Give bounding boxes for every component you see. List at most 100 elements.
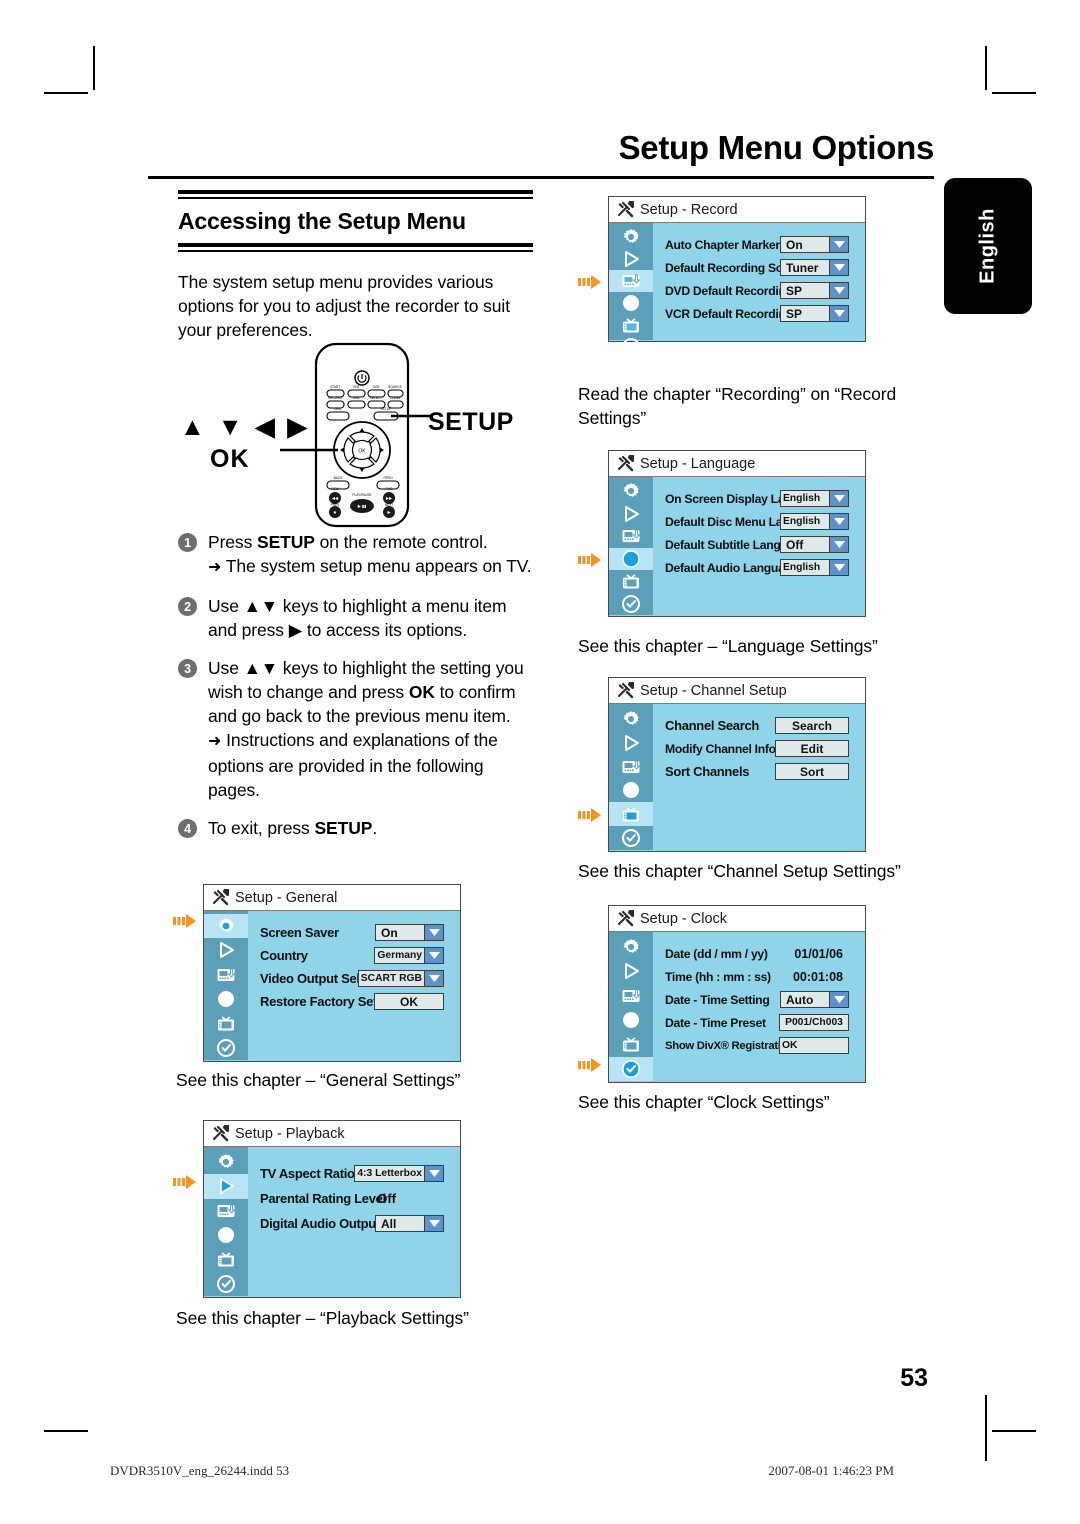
chevron-down-icon[interactable] — [830, 513, 849, 530]
setting-row[interactable]: Digital Audio Output All — [260, 1211, 452, 1236]
setting-row[interactable]: Default Disc Menu Language English — [665, 510, 857, 533]
dropdown-control[interactable]: Germany — [374, 947, 444, 964]
rail-item-record[interactable] — [609, 984, 653, 1008]
dropdown-control[interactable]: Tuner — [780, 259, 849, 276]
svg-text:RECORD: RECORD — [328, 396, 343, 400]
setting-row[interactable]: Restore Factory Settings OK — [260, 990, 452, 1013]
rail-item-playback[interactable] — [609, 731, 653, 755]
restore-factory-settings-button[interactable]: OK — [374, 993, 444, 1010]
action-button-wrap[interactable]: Sort — [775, 763, 849, 780]
rail-item-general[interactable] — [609, 707, 653, 731]
rail-item-record[interactable] — [609, 270, 653, 292]
rail-item-playback[interactable] — [204, 1174, 248, 1199]
rail-item-record[interactable] — [204, 963, 248, 987]
chevron-down-icon[interactable] — [425, 970, 444, 987]
dropdown-control[interactable]: On — [780, 236, 849, 253]
setting-row[interactable]: Video Output Selection SCART RGB — [260, 967, 452, 990]
chevron-down-icon[interactable] — [425, 1165, 444, 1182]
chevron-down-icon[interactable] — [425, 947, 444, 964]
rail-item-record[interactable] — [609, 525, 653, 548]
setting-row[interactable]: TV Aspect Ratio 4:3 Letterbox — [260, 1161, 452, 1186]
divx-registration-ok-button[interactable]: OK — [779, 1037, 849, 1054]
dropdown-control[interactable]: SCART RGB — [357, 970, 444, 987]
modify-channel-edit-button[interactable]: Edit — [775, 740, 849, 757]
setting-row[interactable]: Date - Time Preset P001/Ch003 — [665, 1011, 857, 1034]
chevron-down-icon[interactable] — [425, 924, 444, 941]
rail-item-channel[interactable] — [204, 1247, 248, 1271]
setting-row[interactable]: DVD Default Recording Mode SP — [665, 279, 857, 302]
chevron-down-icon[interactable] — [830, 490, 849, 507]
channel-search-button[interactable]: Search — [775, 717, 849, 734]
text-field-wrap[interactable]: OK — [779, 1037, 849, 1054]
rail-item-language[interactable] — [609, 778, 653, 802]
action-button-wrap[interactable]: Search — [775, 717, 849, 734]
rail-item-language[interactable] — [609, 547, 653, 570]
rail-item-general[interactable] — [609, 226, 653, 248]
dropdown-control[interactable]: All — [375, 1215, 444, 1232]
setting-row[interactable]: Country Germany — [260, 944, 452, 967]
rail-item-channel[interactable] — [609, 570, 653, 593]
sort-channels-button[interactable]: Sort — [775, 763, 849, 780]
setting-row[interactable]: Screen Saver On — [260, 921, 452, 944]
chevron-down-icon[interactable] — [830, 536, 849, 553]
dropdown-control[interactable]: English — [780, 559, 849, 576]
chevron-down-icon[interactable] — [425, 1215, 444, 1232]
rail-item-general[interactable] — [609, 935, 653, 959]
rail-item-general[interactable] — [204, 914, 248, 939]
rail-item-channel[interactable] — [609, 802, 653, 827]
rail-item-clock[interactable] — [609, 1056, 653, 1081]
rail-item-clock[interactable] — [609, 826, 653, 850]
rail-item-clock[interactable] — [609, 593, 653, 616]
setting-row[interactable]: Auto Chapter Marker On — [665, 233, 857, 256]
date-time-preset-field[interactable]: P001/Ch003 — [779, 1014, 849, 1031]
dropdown-control[interactable]: SP — [780, 305, 849, 322]
dropdown-control[interactable]: On — [375, 924, 444, 941]
rail-item-language[interactable] — [609, 292, 653, 314]
text-field-wrap[interactable]: P001/Ch003 — [779, 1014, 849, 1031]
rail-item-playback[interactable] — [204, 938, 248, 962]
dropdown-control[interactable]: Off — [780, 536, 849, 553]
setting-row[interactable]: VCR Default Recording Mode SP — [665, 302, 857, 325]
rail-item-playback[interactable] — [609, 248, 653, 270]
rail-item-general[interactable] — [204, 1150, 248, 1174]
rail-item-record[interactable] — [609, 755, 653, 779]
action-button-wrap[interactable]: Edit — [775, 740, 849, 757]
dropdown-control[interactable]: English — [780, 490, 849, 507]
rail-item-channel[interactable] — [609, 1032, 653, 1056]
rail-item-language[interactable] — [204, 1223, 248, 1247]
setting-row[interactable]: Default Recording Source Tuner — [665, 256, 857, 279]
chevron-down-icon[interactable] — [830, 559, 849, 576]
chevron-down-icon[interactable] — [830, 259, 849, 276]
rail-item-channel[interactable] — [609, 314, 653, 336]
setting-row[interactable]: Modify Channel Information Edit — [665, 737, 857, 760]
setting-row[interactable]: On Screen Display Language English — [665, 487, 857, 510]
dropdown-control[interactable]: English — [780, 513, 849, 530]
chevron-down-icon[interactable] — [830, 282, 849, 299]
chevron-down-icon[interactable] — [830, 236, 849, 253]
step-bold: OK — [408, 682, 435, 702]
rail-item-channel[interactable] — [204, 1011, 248, 1035]
action-button-wrap[interactable]: OK — [374, 993, 444, 1010]
dropdown-control[interactable]: 4:3 Letterbox — [354, 1165, 444, 1182]
dropdown-control[interactable]: Auto — [780, 991, 849, 1008]
setting-row[interactable]: Channel Search Search — [665, 714, 857, 737]
crop-mark-tl-h — [44, 92, 88, 94]
chevron-down-icon[interactable] — [830, 305, 849, 322]
chevron-down-icon[interactable] — [830, 991, 849, 1008]
rail-item-clock[interactable] — [609, 336, 653, 358]
setting-row[interactable]: Date - Time Setting Auto — [665, 988, 857, 1011]
rail-item-record[interactable] — [204, 1199, 248, 1223]
rail-item-language[interactable] — [204, 987, 248, 1011]
setting-row[interactable]: Default Subtitle Language Off — [665, 533, 857, 556]
rail-item-playback[interactable] — [609, 959, 653, 983]
rail-item-language[interactable] — [609, 1008, 653, 1032]
setting-row[interactable]: Sort Channels Sort — [665, 760, 857, 783]
rail-item-general[interactable] — [609, 480, 653, 503]
setting-row[interactable]: Show DivX® Registration Code OK — [665, 1034, 857, 1057]
rail-item-clock[interactable] — [204, 1272, 248, 1296]
rail-item-playback[interactable] — [609, 503, 653, 526]
step-substep-text: The system setup menu appears on TV. — [225, 556, 532, 576]
dropdown-control[interactable]: SP — [780, 282, 849, 299]
rail-item-clock[interactable] — [204, 1036, 248, 1060]
setting-row[interactable]: Default Audio Language English — [665, 556, 857, 579]
